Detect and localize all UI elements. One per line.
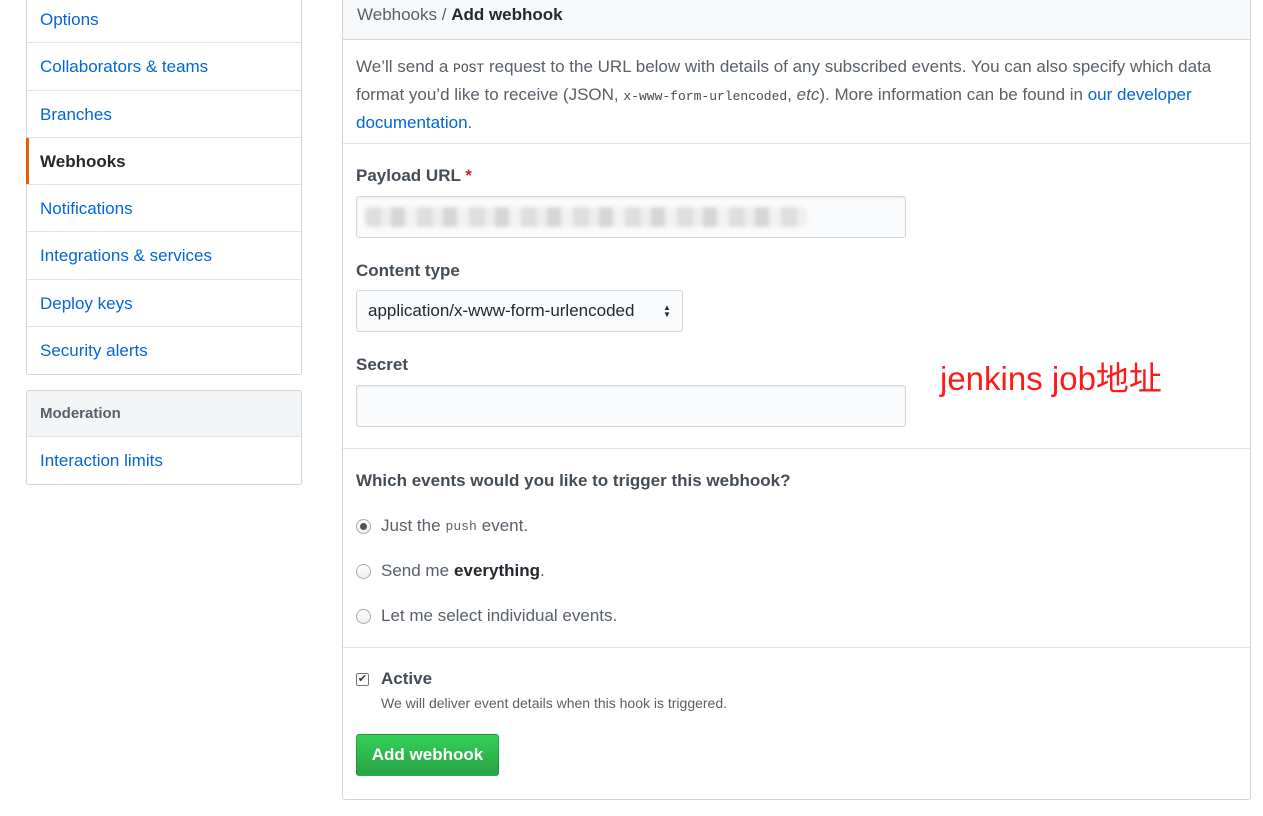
secret-input[interactable] (356, 385, 906, 427)
events-question: Which events would you like to trigger t… (356, 471, 791, 490)
intro-text: We’ll send a POST request to the URL bel… (343, 40, 1250, 144)
menu-item-options[interactable]: Options (27, 0, 301, 44)
menu-item-branches[interactable]: Branches (27, 91, 301, 138)
settings-menu: Options Collaborators & teams Branches W… (26, 0, 302, 376)
payload-url-label: Payload URL * (356, 166, 472, 185)
content-type-select[interactable]: application/x-www-form-urlencoded ▲ ▼ (356, 290, 683, 332)
menu-item-collaborators[interactable]: Collaborators & teams (27, 43, 301, 91)
add-webhook-button[interactable]: Add webhook (356, 734, 499, 776)
secret-label: Secret (356, 355, 408, 374)
active-label: Active (381, 669, 433, 688)
radio-push[interactable] (356, 518, 371, 534)
active-section: ✔ Active We will deliver event details w… (343, 648, 1250, 808)
breadcrumb: Webhooks / Add webhook (343, 0, 1250, 40)
required-mark: * (465, 166, 472, 185)
breadcrumb-webhooks-link[interactable]: Webhooks (357, 5, 437, 24)
content-type-label: Content type (356, 261, 460, 280)
menu-item-notifications[interactable]: Notifications (27, 185, 301, 233)
radio-individual-button[interactable] (356, 608, 371, 624)
radio-everything-button[interactable] (356, 563, 371, 579)
menu-item-webhooks[interactable]: Webhooks (26, 137, 301, 186)
active-note: We will deliver event details when this … (381, 695, 728, 711)
radio-push-event[interactable]: Just the push event. (356, 516, 528, 536)
intro-etc: etc (796, 85, 820, 104)
blurred-url-value (365, 207, 807, 227)
webhook-form-box: Webhooks / Add webhook We’ll send a POST… (342, 0, 1251, 800)
push-code: push (445, 518, 477, 534)
radio-individual-events[interactable]: Let me select individual events. (356, 606, 617, 626)
select-arrows-icon: ▲ ▼ (663, 303, 671, 319)
radio-everything[interactable]: Send me everything. (356, 561, 545, 581)
events-section: Which events would you like to trigger t… (343, 449, 1250, 648)
menu-item-integrations[interactable]: Integrations & services (27, 232, 301, 280)
intro-part1: We’ll send a (356, 57, 454, 76)
menu-item-deploy-keys[interactable]: Deploy keys (27, 280, 301, 328)
intro-part5: . (467, 113, 473, 132)
red-annotation: jenkins job地址 (940, 360, 1162, 397)
active-checkbox[interactable]: ✔ (356, 673, 369, 686)
post-code: POST (453, 61, 485, 76)
content-type-value: application/x-www-form-urlencoded (368, 301, 635, 320)
moderation-menu: Moderation Interaction limits (26, 390, 302, 486)
intro-part3: , (787, 85, 797, 104)
menu-item-security-alerts[interactable]: Security alerts (27, 327, 301, 374)
menu-item-interaction-limits[interactable]: Interaction limits (27, 437, 301, 484)
format-code: x-www-form-urlencoded (623, 89, 788, 104)
breadcrumb-separator: / (437, 5, 452, 24)
intro-part4: ). More information can be found in (819, 85, 1088, 104)
page-title: Add webhook (451, 5, 563, 24)
payload-url-input[interactable] (356, 196, 906, 238)
form-section: Payload URL * jenkins job地址 Content type… (343, 144, 1250, 449)
moderation-heading: Moderation (27, 391, 301, 437)
